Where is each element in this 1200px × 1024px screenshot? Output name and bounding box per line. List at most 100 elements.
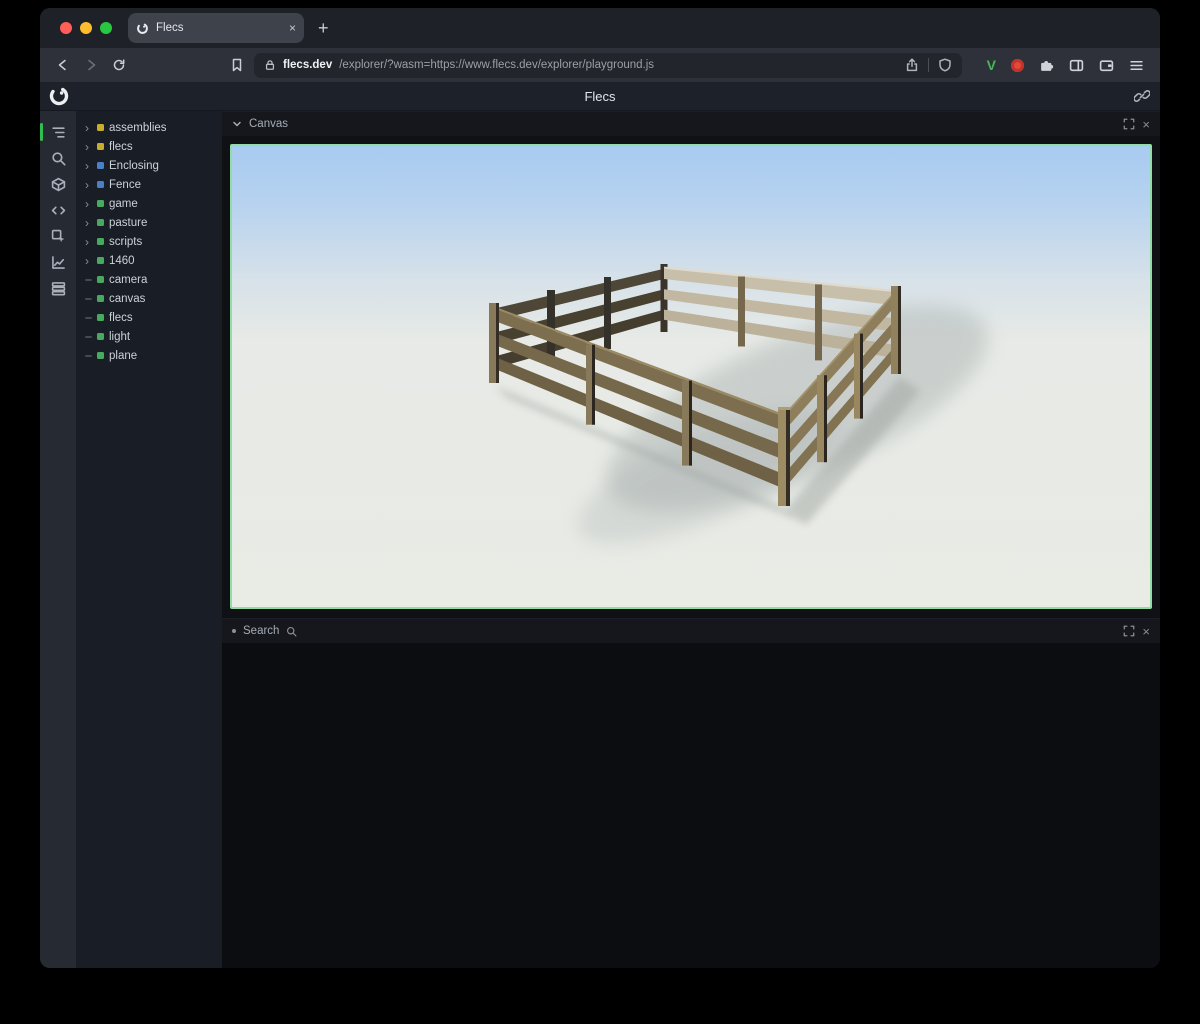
code-icon[interactable] [40, 197, 76, 223]
browser-extensions: V [987, 57, 1148, 73]
entity-label: flecs [109, 312, 133, 324]
back-button[interactable] [52, 54, 74, 76]
entity-label: flecs [109, 141, 133, 153]
expand-chevron[interactable]: › [85, 122, 92, 134]
expand-chevron[interactable]: › [85, 141, 92, 153]
close-tab-button[interactable]: × [289, 21, 296, 35]
entity-label: camera [109, 274, 147, 286]
3d-viewport[interactable] [230, 144, 1152, 609]
entity-label: light [109, 331, 130, 343]
expand-icon[interactable] [1123, 118, 1135, 130]
chevron-down-icon[interactable] [232, 119, 242, 129]
sidebar-toggle-icon[interactable] [1069, 58, 1084, 73]
expand-chevron[interactable] [85, 279, 92, 281]
tree-item[interactable]: camera [76, 270, 222, 289]
entity-color-icon [97, 238, 104, 245]
forward-button[interactable] [80, 54, 102, 76]
cube-icon[interactable] [40, 171, 76, 197]
tree-item[interactable]: › pasture [76, 213, 222, 232]
shield-icon[interactable] [938, 58, 952, 72]
url-input[interactable]: flecs.dev/explorer/?wasm=https://www.fle… [254, 53, 962, 78]
entity-color-icon [97, 181, 104, 188]
entity-label: game [109, 198, 138, 210]
browser-window: Flecs × + flecs.dev/explorer/?wasm=https… [40, 8, 1160, 968]
expand-chevron[interactable] [85, 336, 92, 338]
tree-item[interactable]: › assemblies [76, 118, 222, 137]
link-icon[interactable] [1134, 88, 1150, 104]
entity-label: Enclosing [109, 160, 159, 172]
memory-icon[interactable] [40, 275, 76, 301]
entity-color-icon [97, 333, 104, 340]
tree-item[interactable]: flecs [76, 308, 222, 327]
entity-color-icon [97, 143, 104, 150]
flecs-explorer-page: Flecs [40, 82, 1160, 968]
expand-chevron[interactable] [85, 298, 92, 300]
canvas-panel-title: Canvas [249, 118, 288, 130]
search-icon[interactable] [40, 145, 76, 171]
entity-color-icon [97, 219, 104, 226]
entity-color-icon [97, 314, 104, 321]
page-title: Flecs [584, 89, 615, 104]
puzzle-icon[interactable] [1039, 58, 1054, 73]
entity-color-icon [97, 276, 104, 283]
reload-button[interactable] [108, 54, 130, 76]
entity-label: scripts [109, 236, 142, 248]
share-icon[interactable] [905, 58, 919, 72]
browser-tab[interactable]: Flecs × [128, 13, 304, 43]
tree-item[interactable]: › Fence [76, 175, 222, 194]
fence-3d-render [232, 146, 1150, 607]
expand-chevron[interactable]: › [85, 160, 92, 172]
app-content: › assemblies › flecs › Enclosing › [40, 111, 1160, 968]
tree-item[interactable]: plane [76, 346, 222, 365]
url-domain: flecs.dev [283, 59, 332, 71]
tree-item[interactable]: › scripts [76, 232, 222, 251]
zoom-window-button[interactable] [100, 22, 112, 34]
expand-chevron[interactable]: › [85, 255, 92, 267]
expand-chevron[interactable]: › [85, 198, 92, 210]
expand-chevron[interactable] [85, 317, 92, 319]
tree-item[interactable]: › flecs [76, 137, 222, 156]
expand-chevron[interactable] [85, 355, 92, 357]
v-extension-icon[interactable]: V [987, 57, 996, 73]
active-indicator [40, 123, 43, 141]
tree-item[interactable]: canvas [76, 289, 222, 308]
red-extension-icon[interactable] [1011, 59, 1024, 72]
close-icon[interactable]: × [1142, 625, 1150, 638]
entity-color-icon [97, 352, 104, 359]
search-panel-body [222, 643, 1160, 968]
entity-color-icon [97, 295, 104, 302]
bookmark-icon[interactable] [226, 54, 248, 76]
inspect-icon[interactable] [40, 223, 76, 249]
entity-label: assemblies [109, 122, 167, 134]
entity-color-icon [97, 200, 104, 207]
close-window-button[interactable] [60, 22, 72, 34]
outliner-icon[interactable] [40, 119, 76, 145]
search-panel-header: Search × [222, 618, 1160, 643]
canvas-panel-header: Canvas × [222, 111, 1160, 136]
expand-chevron[interactable]: › [85, 179, 92, 191]
tab-strip: Flecs × + [40, 8, 1160, 48]
stats-icon[interactable] [40, 249, 76, 275]
tree-item[interactable]: light [76, 327, 222, 346]
expand-chevron[interactable]: › [85, 236, 92, 248]
menu-icon[interactable] [1129, 58, 1144, 73]
tree-item[interactable]: › game [76, 194, 222, 213]
traffic-lights [60, 22, 112, 34]
sky-and-ground [232, 146, 1150, 607]
tree-item[interactable]: › 1460 [76, 251, 222, 270]
app-header: Flecs [40, 82, 1160, 111]
entity-label: pasture [109, 217, 147, 229]
wallet-icon[interactable] [1099, 58, 1114, 73]
entity-label: plane [109, 350, 137, 362]
entity-label: canvas [109, 293, 145, 305]
expand-chevron[interactable]: › [85, 217, 92, 229]
expand-icon[interactable] [1123, 625, 1135, 637]
tree-item[interactable]: › Enclosing [76, 156, 222, 175]
entity-color-icon [97, 124, 104, 131]
close-icon[interactable]: × [1142, 118, 1150, 131]
panel-bullet-icon[interactable] [232, 629, 236, 633]
minimize-window-button[interactable] [80, 22, 92, 34]
new-tab-button[interactable]: + [318, 19, 329, 37]
lock-icon [264, 59, 276, 71]
navigation-bar: flecs.dev/explorer/?wasm=https://www.fle… [40, 48, 1160, 82]
